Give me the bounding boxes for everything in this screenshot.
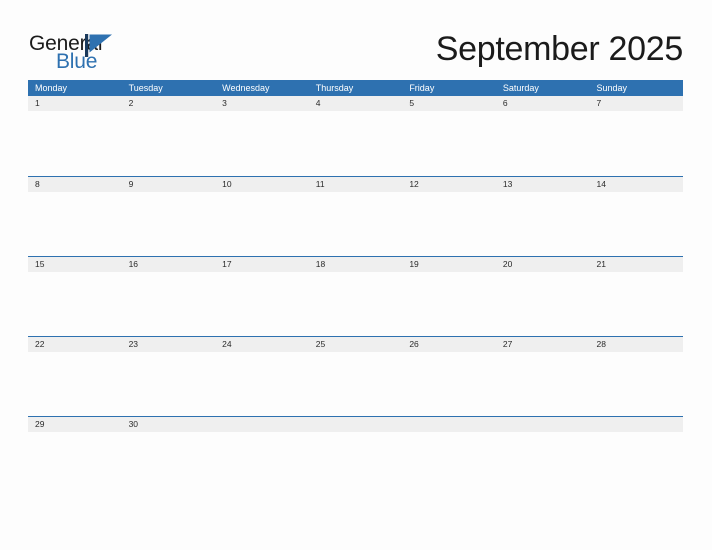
day-cell-date[interactable]: 14 bbox=[589, 177, 683, 192]
calendar-grid: Monday Tuesday Wednesday Thursday Friday… bbox=[28, 80, 683, 496]
page-title: September 2025 bbox=[435, 30, 684, 68]
weekday-header-sunday: Sunday bbox=[596, 83, 627, 93]
week-event-area[interactable] bbox=[28, 272, 683, 337]
day-cell-empty bbox=[309, 417, 403, 432]
day-cell-date[interactable]: 23 bbox=[122, 337, 216, 352]
week-event-area[interactable] bbox=[28, 192, 683, 257]
brand-logo[interactable]: General Blue bbox=[29, 33, 159, 73]
day-cell-date[interactable]: 3 bbox=[215, 96, 309, 111]
day-cell-date[interactable]: 7 bbox=[589, 96, 683, 111]
calendar-week-row: 8 9 10 11 12 13 14 bbox=[28, 176, 683, 256]
day-cell-date[interactable]: 19 bbox=[402, 257, 496, 272]
day-cell-date[interactable]: 21 bbox=[589, 257, 683, 272]
day-cell-date[interactable]: 13 bbox=[496, 177, 590, 192]
day-cell-date[interactable]: 10 bbox=[215, 177, 309, 192]
day-cell-date[interactable]: 27 bbox=[496, 337, 590, 352]
day-cell-empty bbox=[402, 417, 496, 432]
day-cell-date[interactable]: 9 bbox=[122, 177, 216, 192]
day-cell-date[interactable]: 18 bbox=[309, 257, 403, 272]
calendar-week-row: 22 23 24 25 26 27 28 bbox=[28, 336, 683, 416]
day-cell-date[interactable]: 2 bbox=[122, 96, 216, 111]
day-cell-date[interactable]: 29 bbox=[28, 417, 122, 432]
day-cell-date[interactable]: 20 bbox=[496, 257, 590, 272]
day-cell-date[interactable]: 22 bbox=[28, 337, 122, 352]
weekday-header-monday: Monday bbox=[35, 83, 68, 93]
day-cell-date[interactable]: 15 bbox=[28, 257, 122, 272]
week-date-strip: 22 23 24 25 26 27 28 bbox=[28, 337, 683, 352]
weekday-header-friday: Friday bbox=[409, 83, 435, 93]
weekday-header-wednesday: Wednesday bbox=[222, 83, 270, 93]
week-date-strip: 8 9 10 11 12 13 14 bbox=[28, 177, 683, 192]
day-cell-empty bbox=[589, 417, 683, 432]
weekday-header-thursday: Thursday bbox=[315, 83, 354, 93]
page-header: General Blue September 2025 bbox=[0, 0, 712, 80]
week-event-area[interactable] bbox=[28, 352, 683, 417]
day-cell-empty bbox=[496, 417, 590, 432]
day-cell-date[interactable]: 8 bbox=[28, 177, 122, 192]
calendar-week-row: 15 16 17 18 19 20 21 bbox=[28, 256, 683, 336]
week-date-strip: 29 30 bbox=[28, 417, 683, 432]
day-cell-date[interactable]: 11 bbox=[309, 177, 403, 192]
day-cell-date[interactable]: 28 bbox=[589, 337, 683, 352]
day-cell-date[interactable]: 4 bbox=[309, 96, 403, 111]
week-event-area[interactable] bbox=[28, 111, 683, 176]
calendar-week-row: 29 30 bbox=[28, 416, 683, 496]
week-date-strip: 1 2 3 4 5 6 7 bbox=[28, 96, 683, 111]
day-cell-date[interactable]: 1 bbox=[28, 96, 122, 111]
day-cell-date[interactable]: 25 bbox=[309, 337, 403, 352]
weekday-header-saturday: Saturday bbox=[502, 83, 539, 93]
calendar-week-row: 1 2 3 4 5 6 7 bbox=[28, 96, 683, 176]
weekday-header-tuesday: Tuesday bbox=[128, 83, 163, 93]
week-event-area[interactable] bbox=[28, 432, 683, 497]
day-cell-date[interactable]: 6 bbox=[496, 96, 590, 111]
day-cell-date[interactable]: 16 bbox=[122, 257, 216, 272]
week-date-strip: 15 16 17 18 19 20 21 bbox=[28, 257, 683, 272]
brand-name-blue: Blue bbox=[56, 50, 98, 73]
day-cell-empty bbox=[215, 417, 309, 432]
day-cell-date[interactable]: 12 bbox=[402, 177, 496, 192]
day-cell-date[interactable]: 17 bbox=[215, 257, 309, 272]
day-cell-date[interactable]: 30 bbox=[122, 417, 216, 432]
calendar-weekday-header: Monday Tuesday Wednesday Thursday Friday… bbox=[28, 80, 683, 96]
day-cell-date[interactable]: 5 bbox=[402, 96, 496, 111]
day-cell-date[interactable]: 24 bbox=[215, 337, 309, 352]
day-cell-date[interactable]: 26 bbox=[402, 337, 496, 352]
